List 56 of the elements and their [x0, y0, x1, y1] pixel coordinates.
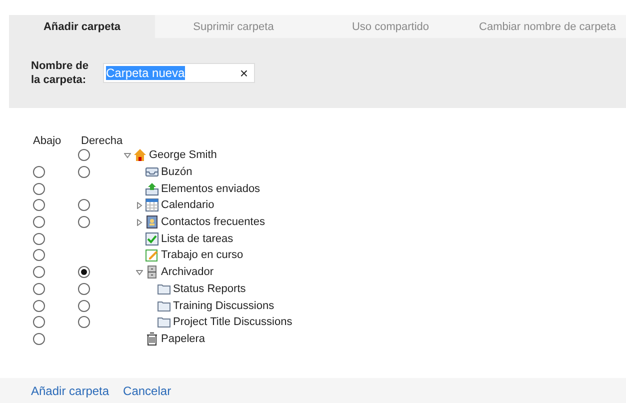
radio-button[interactable]: [33, 182, 45, 195]
folder-name-field[interactable]: Carpeta nueva ×: [103, 63, 255, 83]
expand-triangle-icon[interactable]: [136, 202, 142, 209]
selected-text: Carpeta nueva: [106, 66, 185, 80]
pencil-note-icon: [145, 248, 159, 262]
radio-button[interactable]: [33, 232, 45, 245]
trash-icon: [145, 332, 159, 346]
radio-button[interactable]: [78, 216, 90, 228]
radio-button[interactable]: [78, 149, 90, 162]
radio-button[interactable]: [33, 216, 45, 228]
folder-icon: [157, 282, 171, 296]
checkbox-icon: [145, 232, 159, 246]
radio-button[interactable]: [33, 316, 45, 328]
column-header: Abajo: [33, 135, 62, 147]
radio-button[interactable]: [33, 249, 45, 262]
field-label: Nombre de la carpeta:: [31, 59, 90, 87]
radio-button[interactable]: [33, 300, 45, 312]
folder-label[interactable]: Trabajo en curso: [161, 249, 244, 262]
radio-button[interactable]: [78, 199, 90, 212]
inbox-icon: [145, 165, 159, 180]
folder-label[interactable]: Status Reports: [173, 282, 246, 295]
collapse-triangle-icon[interactable]: [124, 152, 130, 159]
filing-cabinet-icon: [145, 265, 159, 280]
radio-button[interactable]: [33, 282, 45, 295]
footer-link[interactable]: Cancelar: [123, 384, 172, 398]
radio-button[interactable]: [78, 166, 90, 178]
footer-link[interactable]: Añadir carpeta: [31, 384, 110, 398]
expand-triangle-icon[interactable]: [136, 218, 142, 226]
clear-button[interactable]: ×: [240, 65, 248, 81]
column-header: Derecha: [81, 135, 124, 147]
tab[interactable]: Añadir carpeta: [9, 15, 155, 38]
address-book-icon: [145, 215, 159, 230]
folder-label[interactable]: Lista de tareas: [161, 232, 234, 245]
folder-label[interactable]: Buzón: [161, 166, 192, 178]
radio-button[interactable]: [33, 199, 45, 212]
radio-button[interactable]: [33, 332, 45, 345]
folder-label[interactable]: Elementos enviados: [161, 182, 260, 195]
folder-label[interactable]: Contactos frecuentes: [161, 216, 265, 228]
folder-label[interactable]: Calendario: [161, 199, 214, 212]
folder-label[interactable]: Project Title Discussions: [173, 316, 292, 328]
folder-label[interactable]: Archivador: [161, 266, 214, 278]
folder-label[interactable]: George Smith: [149, 149, 217, 162]
radio-button[interactable]: [78, 300, 90, 312]
radio-button[interactable]: [78, 282, 90, 295]
radio-button[interactable]: [78, 316, 90, 328]
folder-icon: [157, 315, 171, 330]
outbox-icon: [145, 182, 159, 196]
calendar-icon: [145, 198, 159, 212]
folder-icon: [157, 298, 171, 313]
collapse-triangle-icon[interactable]: [136, 268, 142, 276]
radio-button[interactable]: [78, 266, 90, 278]
folder-label[interactable]: Papelera: [161, 332, 206, 345]
radio-button[interactable]: [33, 166, 45, 178]
folder-label[interactable]: Training Discussions: [173, 300, 274, 312]
house-icon: [133, 148, 147, 162]
radio-button[interactable]: [33, 266, 45, 278]
